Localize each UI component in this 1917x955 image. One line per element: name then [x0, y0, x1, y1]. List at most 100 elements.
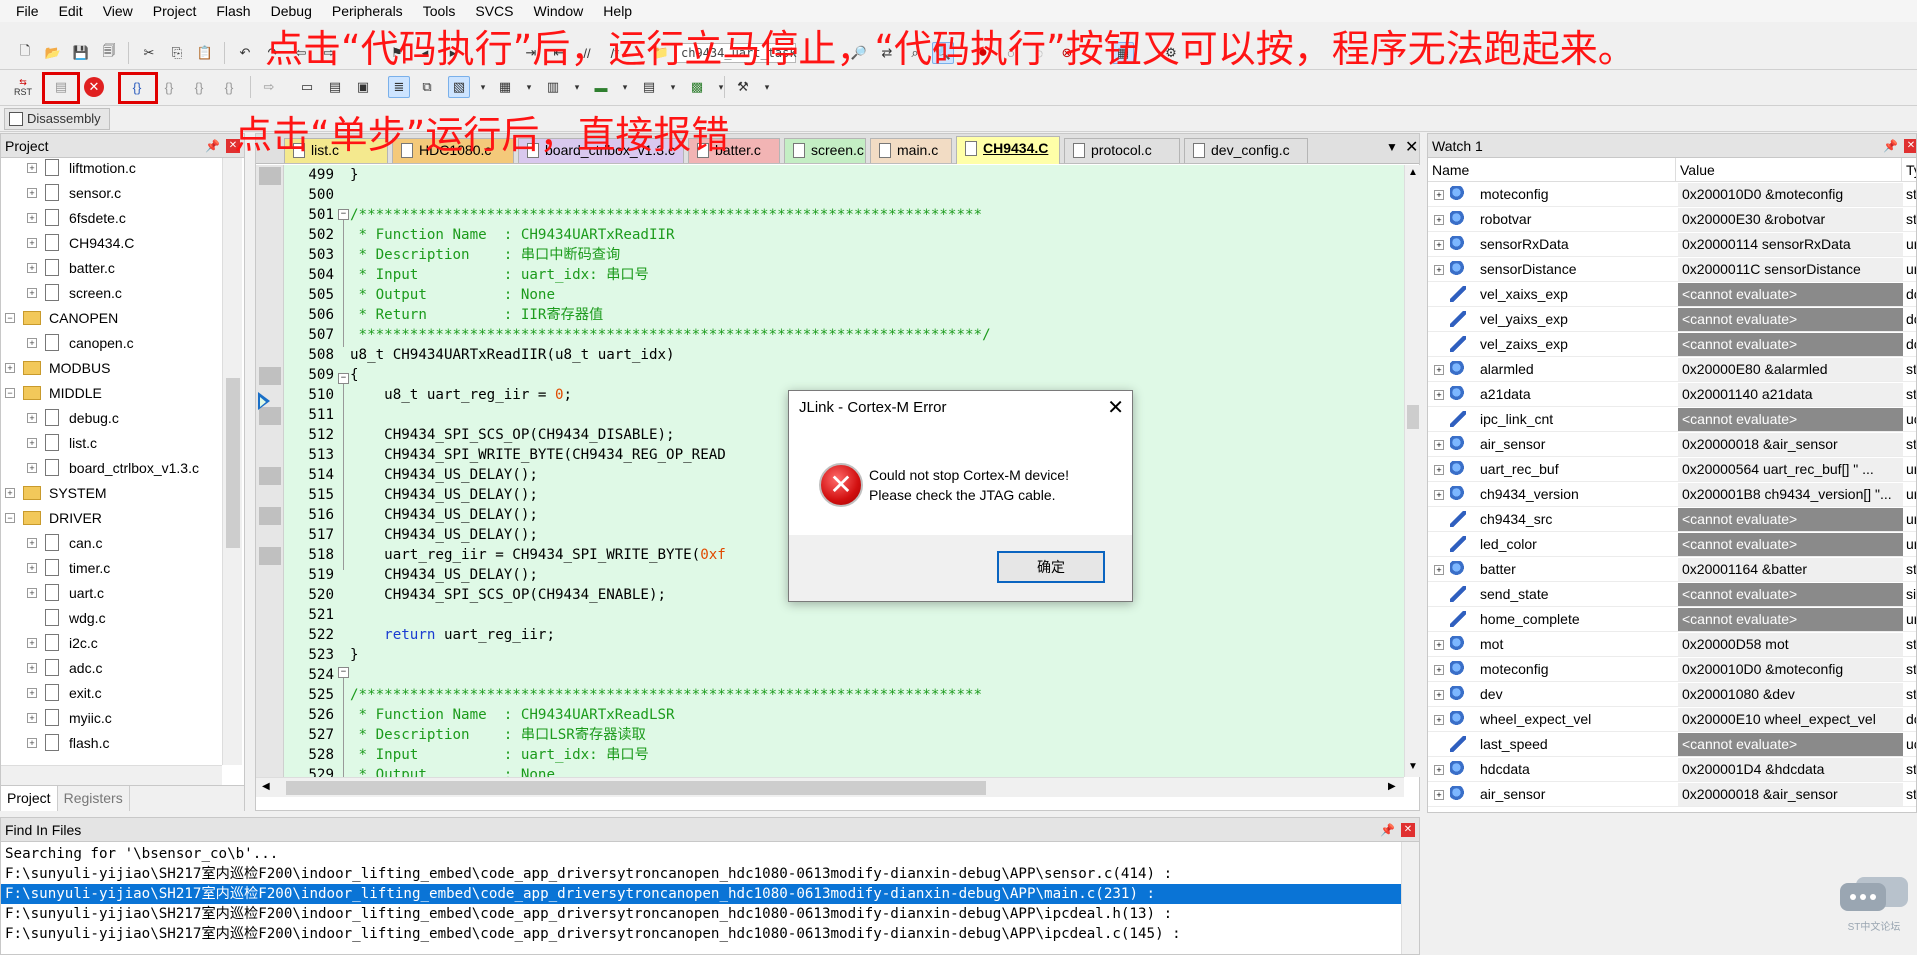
- watch-value[interactable]: <cannot evaluate>: [1678, 583, 1903, 606]
- expand-icon[interactable]: −: [5, 313, 15, 323]
- watch-value[interactable]: 0x20000E30 &robotvar: [1678, 208, 1903, 231]
- expand-icon[interactable]: +: [1434, 240, 1444, 250]
- menu-peripherals[interactable]: Peripherals: [322, 3, 413, 19]
- disassembly-window-icon[interactable]: ▤: [324, 76, 346, 98]
- tab-ch9434-c[interactable]: CH9434.C: [956, 136, 1060, 164]
- watch-row[interactable]: + air_sensor 0x20000018 &air_sensor st: [1428, 782, 1916, 807]
- pin-icon[interactable]: 📌: [1883, 134, 1898, 158]
- watch-value[interactable]: <cannot evaluate>: [1678, 308, 1903, 331]
- watch-value[interactable]: 0x20001164 &batter: [1678, 558, 1903, 581]
- serial-dropdown-icon[interactable]: ▾: [566, 76, 588, 98]
- watch-value[interactable]: <cannot evaluate>: [1678, 533, 1903, 556]
- watch-row[interactable]: vel_xaixs_exp <cannot evaluate>do: [1428, 282, 1916, 307]
- enter-expression-row[interactable]: <Enter expression>: [1428, 807, 1916, 812]
- watch-dropdown-icon[interactable]: ▾: [472, 76, 494, 98]
- expand-icon[interactable]: +: [5, 363, 15, 373]
- trace-window-icon[interactable]: ▤: [638, 76, 660, 98]
- scroll-right-icon[interactable]: ▶: [1388, 781, 1396, 792]
- menu-edit[interactable]: Edit: [49, 3, 93, 19]
- watch-row[interactable]: led_color <cannot evaluate>ur: [1428, 532, 1916, 557]
- expand-icon[interactable]: +: [27, 263, 37, 273]
- watch-row[interactable]: + moteconfig 0x200010D0 &moteconfig st: [1428, 182, 1916, 207]
- watch-row[interactable]: send_state <cannot evaluate>sig: [1428, 582, 1916, 607]
- save-all-icon[interactable]: 🗐: [98, 42, 120, 64]
- expand-icon[interactable]: +: [27, 288, 37, 298]
- find-result-line[interactable]: Searching for '\bsensor_co\b'...: [5, 844, 278, 864]
- watch-row[interactable]: + wheel_expect_vel 0x20000E10 wheel_expect…: [1428, 707, 1916, 732]
- watch-value[interactable]: 0x20000018 &air_sensor: [1678, 433, 1903, 456]
- watch-value[interactable]: <cannot evaluate>: [1678, 608, 1903, 631]
- menu-window[interactable]: Window: [524, 3, 594, 19]
- memory-dropdown-icon[interactable]: ▾: [518, 76, 540, 98]
- ok-button[interactable]: 确定: [997, 551, 1105, 583]
- watch-row[interactable]: + sensorDistance 0x2000011C sensorDistance…: [1428, 257, 1916, 282]
- show-next-statement-icon[interactable]: ⇨: [258, 76, 280, 98]
- watch-row[interactable]: + sensorRxData 0x20000114 sensorRxDataur: [1428, 232, 1916, 257]
- open-file-icon[interactable]: 📂: [42, 42, 64, 64]
- cut-icon[interactable]: ✂: [138, 42, 160, 64]
- watch-row[interactable]: last_speed <cannot evaluate>uc: [1428, 732, 1916, 757]
- expand-icon[interactable]: +: [27, 338, 37, 348]
- expand-icon[interactable]: +: [27, 213, 37, 223]
- menu-help[interactable]: Help: [593, 3, 642, 19]
- system-viewer-icon[interactable]: ▩: [686, 76, 708, 98]
- tab-registers[interactable]: Registers: [58, 786, 130, 811]
- expand-icon[interactable]: +: [1434, 490, 1444, 500]
- tab-main-c[interactable]: main.c: [870, 138, 952, 163]
- watch-row[interactable]: + uart_rec_buf 0x20000564 uart_rec_buf[] "…: [1428, 457, 1916, 482]
- watch-row[interactable]: ipc_link_cnt <cannot evaluate>uc: [1428, 407, 1916, 432]
- menu-svcs[interactable]: SVCS: [465, 3, 523, 19]
- watch-value[interactable]: <cannot evaluate>: [1678, 333, 1903, 356]
- menu-debug[interactable]: Debug: [261, 3, 322, 19]
- watch-value[interactable]: 0x200010D0 &moteconfig: [1678, 183, 1903, 206]
- watch-row[interactable]: + hdcdata 0x200001D4 &hdcdata st: [1428, 757, 1916, 782]
- close-icon[interactable]: ✕: [1904, 139, 1916, 153]
- find-result-line[interactable]: F:\sunyuli-yijiao\SH217室内巡检F200\indoor_l…: [5, 864, 1172, 884]
- editor-vertical-scrollbar[interactable]: ▲ ▼: [1404, 165, 1421, 777]
- expand-icon[interactable]: −: [5, 388, 15, 398]
- watch-column-type[interactable]: Ty: [1902, 158, 1916, 182]
- expand-icon[interactable]: +: [27, 738, 37, 748]
- analysis-dropdown-icon[interactable]: ▾: [614, 76, 636, 98]
- menu-file[interactable]: File: [6, 3, 49, 19]
- expand-icon[interactable]: +: [1434, 565, 1444, 575]
- watch-row[interactable]: + a21data 0x20001140 a21data st: [1428, 382, 1916, 407]
- expand-icon[interactable]: +: [1434, 715, 1444, 725]
- close-editor-icon[interactable]: ✕: [1405, 137, 1418, 157]
- expand-icon[interactable]: +: [27, 413, 37, 423]
- tab-list-dropdown-icon[interactable]: ▼: [1386, 140, 1398, 154]
- close-icon[interactable]: ✕: [1401, 823, 1415, 837]
- watch-value[interactable]: 0x20000D58 mot: [1678, 633, 1903, 656]
- watch-row[interactable]: + robotvar 0x20000E30 &robotvar st: [1428, 207, 1916, 232]
- watch-value[interactable]: <cannot evaluate>: [1678, 283, 1903, 306]
- expand-icon[interactable]: +: [27, 463, 37, 473]
- expand-icon[interactable]: +: [27, 438, 37, 448]
- scroll-up-icon[interactable]: ▲: [1408, 167, 1418, 178]
- watch-value[interactable]: 0x20000E10 wheel_expect_vel: [1678, 708, 1903, 731]
- copy-icon[interactable]: ⎘: [166, 42, 188, 64]
- watch-value[interactable]: <cannot evaluate>: [1678, 508, 1903, 531]
- menu-project[interactable]: Project: [143, 3, 207, 19]
- watch-column-name[interactable]: Name: [1428, 158, 1676, 182]
- watch-value[interactable]: 0x20001140 a21data: [1678, 383, 1903, 406]
- expand-icon[interactable]: +: [1434, 665, 1444, 675]
- project-horizontal-scrollbar[interactable]: [1, 765, 222, 785]
- scroll-down-icon[interactable]: ▼: [1408, 761, 1418, 772]
- expand-icon[interactable]: +: [1434, 265, 1444, 275]
- watch-row[interactable]: + mot 0x20000D58 mot st: [1428, 632, 1916, 657]
- find-result-line[interactable]: F:\sunyuli-yijiao\SH217室内巡检F200\indoor_l…: [5, 904, 1172, 924]
- toolbox-icon[interactable]: ⚒: [732, 76, 754, 98]
- watch-value[interactable]: 0x20000564 uart_rec_buf[] " ...: [1678, 458, 1903, 481]
- watch-column-value[interactable]: Value: [1676, 158, 1902, 182]
- menu-tools[interactable]: Tools: [413, 3, 466, 19]
- new-file-icon[interactable]: 🗋: [14, 42, 36, 64]
- expand-icon[interactable]: +: [1434, 440, 1444, 450]
- expand-icon[interactable]: +: [27, 713, 37, 723]
- watch-row[interactable]: + alarmled 0x20000E80 &alarmled st: [1428, 357, 1916, 382]
- expand-icon[interactable]: +: [27, 588, 37, 598]
- watch-window-icon[interactable]: ▧: [448, 76, 470, 98]
- watch-row[interactable]: + dev 0x20001080 &dev st: [1428, 682, 1916, 707]
- watch-row[interactable]: ch9434_src <cannot evaluate>ur: [1428, 507, 1916, 532]
- expand-icon[interactable]: +: [27, 663, 37, 673]
- undo-icon[interactable]: ↶: [234, 42, 256, 64]
